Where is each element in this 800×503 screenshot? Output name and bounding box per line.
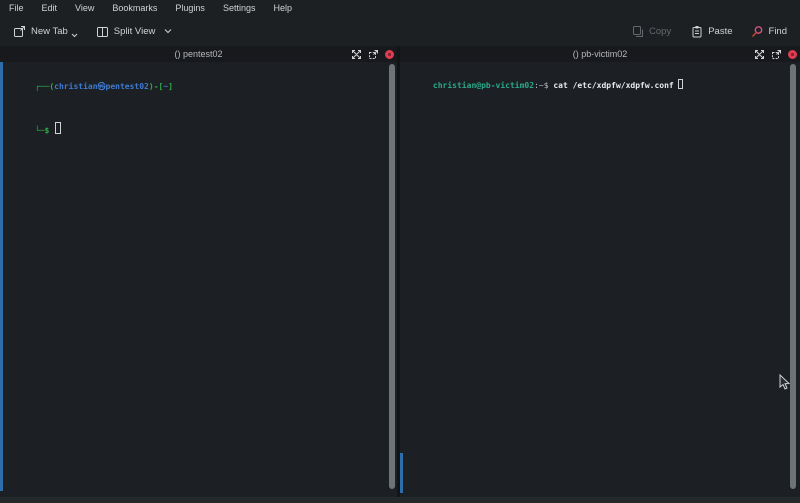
prompt-frame-open: ┌──(	[35, 82, 54, 91]
close-circle-icon	[788, 50, 797, 59]
pane-header-pentest02[interactable]: () pentest02	[0, 46, 397, 62]
paste-icon	[691, 25, 703, 38]
terminal-screen-pb-victim02[interactable]: christian@pb-victim02:~$ cat /etc/xdpfw/…	[400, 62, 800, 497]
pane-header-pb-victim02[interactable]: () pb-victim02	[400, 46, 800, 62]
maximize-view-icon[interactable]	[754, 49, 765, 60]
maximize-view-icon[interactable]	[351, 49, 362, 60]
prompt-frame-mid: )-[	[149, 82, 163, 91]
prompt-frame-close: ]	[168, 82, 173, 91]
menu-plugins[interactable]: Plugins	[173, 2, 207, 14]
pane-title-pb-victim02: () pb-victim02	[573, 49, 628, 59]
mouse-cursor-icon	[779, 374, 791, 396]
split-view-icon	[96, 25, 109, 38]
menu-view[interactable]: View	[73, 2, 96, 14]
split-view-label: Split View	[114, 26, 156, 37]
toolbar: New Tab Split View Copy	[0, 16, 800, 46]
right-pane-scrollbar[interactable]	[790, 64, 796, 489]
menu-edit[interactable]: Edit	[40, 2, 60, 14]
pane-title-pentest02: () pentest02	[174, 49, 222, 59]
copy-label: Copy	[649, 26, 671, 37]
terminal-screen-pentest02[interactable]: ┌──(christian㉿pentest02)-[~] └─$	[0, 62, 397, 497]
new-tab-label: New Tab	[31, 26, 68, 37]
terminal-cursor	[678, 79, 683, 89]
copy-button: Copy	[627, 21, 676, 42]
close-view-button[interactable]	[788, 50, 797, 59]
scroll-highlight-stripe	[0, 62, 3, 491]
split-view-button[interactable]: Split View	[91, 21, 178, 42]
copy-icon	[632, 25, 644, 38]
menu-help[interactable]: Help	[271, 2, 294, 14]
prompt-user-host: christian㉿pentest02	[54, 82, 149, 91]
menu-file[interactable]: File	[7, 2, 26, 14]
command-text: cat /etc/xdpfw/xdpfw.conf	[553, 81, 673, 90]
split-view-chevron-down-icon[interactable]	[164, 28, 172, 34]
prompt-user-host: christian@pb-victim02	[433, 81, 534, 90]
paste-label: Paste	[708, 26, 732, 37]
find-button[interactable]: Find	[746, 21, 792, 42]
find-label: Find	[769, 26, 787, 37]
menu-bar: File Edit View Bookmarks Plugins Setting…	[0, 0, 800, 16]
detach-view-icon[interactable]	[368, 49, 379, 60]
scroll-highlight-stripe	[400, 453, 403, 493]
detach-view-icon[interactable]	[771, 49, 782, 60]
menu-settings[interactable]: Settings	[221, 2, 258, 14]
new-tab-icon	[13, 25, 26, 38]
close-view-button[interactable]	[385, 50, 394, 59]
new-tab-dropdown-caret-icon[interactable]	[71, 33, 78, 38]
terminal-cursor	[55, 122, 61, 134]
close-circle-icon	[385, 50, 394, 59]
paste-button[interactable]: Paste	[686, 21, 737, 42]
prompt-symbol: └─$	[35, 126, 54, 135]
menu-bookmarks[interactable]: Bookmarks	[110, 2, 159, 14]
find-magnifier-icon	[751, 25, 764, 38]
terminal-pane-pentest02: () pentest02 ┌──(christian㉿pentest02)-[~…	[0, 46, 397, 497]
terminal-pane-pb-victim02: () pb-victim02 christian@pb-victim02:~$ …	[400, 46, 800, 497]
prompt-suffix: :~$	[534, 81, 553, 90]
window-bottom-edge	[0, 497, 800, 503]
new-tab-button[interactable]: New Tab	[8, 21, 85, 42]
left-pane-scrollbar[interactable]	[389, 64, 395, 489]
